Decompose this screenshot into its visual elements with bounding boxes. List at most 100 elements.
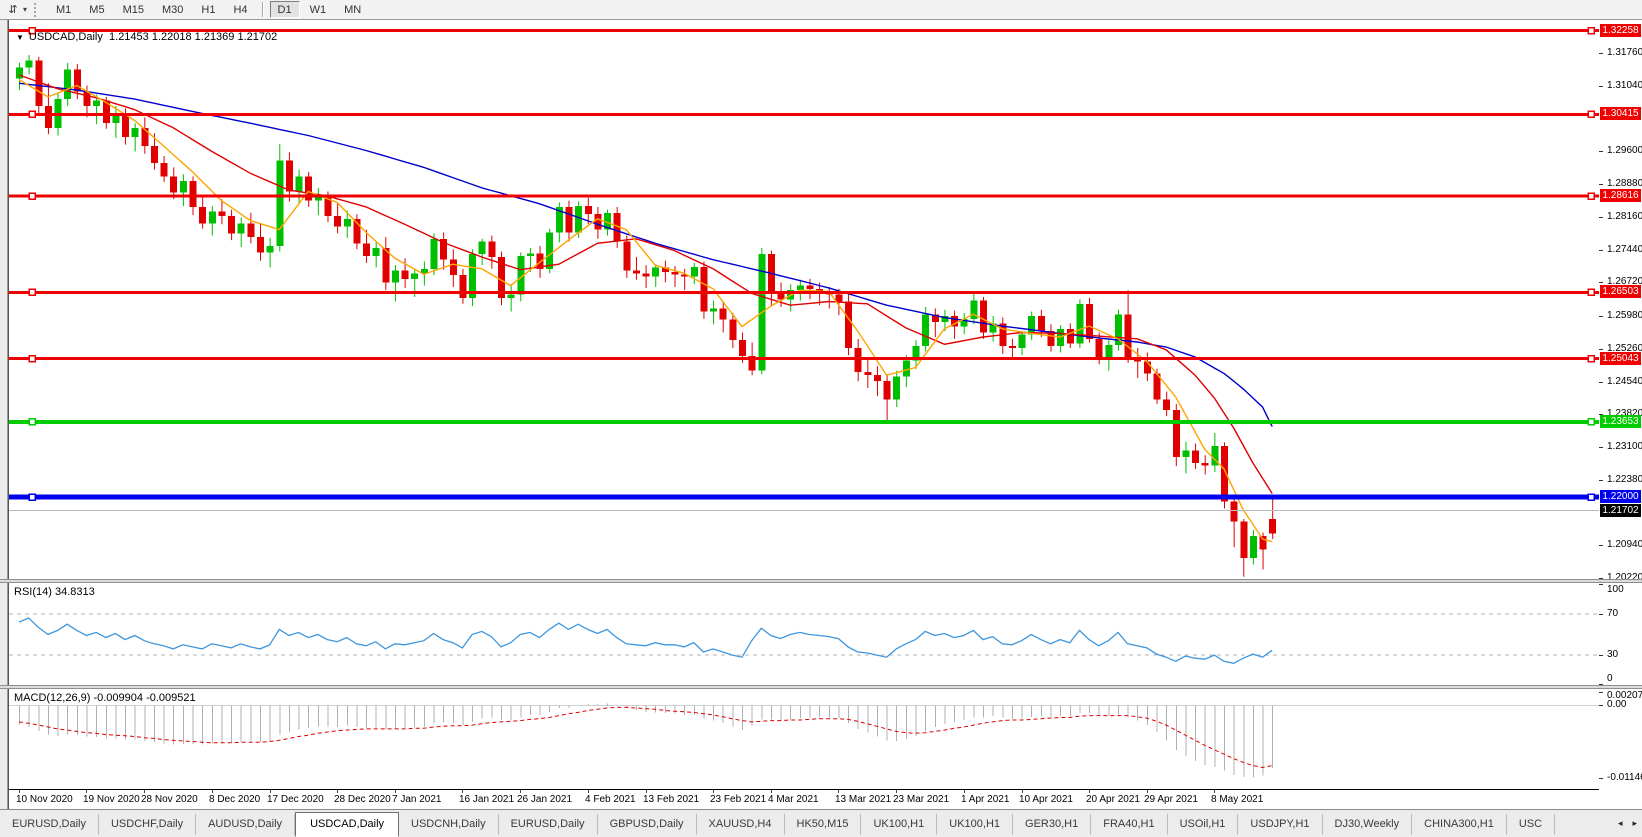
axis-tick-label: 30 bbox=[1607, 649, 1619, 661]
chart-tab-USDCNH-Daily[interactable]: USDCNH,Daily bbox=[399, 814, 499, 835]
date-tick-mark bbox=[1022, 790, 1023, 793]
date-tick-label: 23 Feb 2021 bbox=[710, 794, 767, 805]
macd-panel[interactable]: MACD(12,26,9) -0.009904 -0.009521 bbox=[9, 689, 1599, 789]
date-tick-label: 4 Feb 2021 bbox=[585, 794, 636, 805]
date-axis[interactable]: 10 Nov 2020 19 Nov 2020 28 Nov 2020 8 Dec 2… bbox=[9, 789, 1599, 809]
date-tick-label: 13 Mar 2021 bbox=[835, 794, 892, 805]
date-tick-mark bbox=[1214, 790, 1215, 793]
date-tick-label: 19 Nov 2020 bbox=[83, 794, 140, 805]
date-tick-label: 1 Apr 2021 bbox=[961, 794, 1010, 805]
chart-tab-GBPUSD-Daily[interactable]: GBPUSD,Daily bbox=[598, 814, 697, 835]
timeframe-button-D1[interactable]: D1 bbox=[269, 1, 300, 18]
timeframe-button-MN[interactable]: MN bbox=[336, 1, 369, 18]
axis-tick-mark bbox=[1599, 282, 1603, 283]
date-tick-label: 7 Jan 2021 bbox=[392, 794, 442, 805]
chart-tab-HK50-M15[interactable]: HK50,M15 bbox=[785, 814, 862, 835]
axis-tick-mark bbox=[1599, 584, 1603, 585]
axis-tick-mark bbox=[1599, 480, 1603, 481]
axis-tick-mark bbox=[1599, 217, 1603, 218]
tab-scroll-left-button[interactable]: ◂ bbox=[1613, 815, 1628, 832]
date-tick-label: 8 May 2021 bbox=[1211, 794, 1264, 805]
date-tick-label: 13 Feb 2021 bbox=[643, 794, 700, 805]
axis-tick-label: 1.22380 bbox=[1607, 474, 1642, 485]
date-tick-label: 29 Apr 2021 bbox=[1144, 794, 1198, 805]
date-tick-mark bbox=[86, 790, 87, 793]
axis-tick-label: 1.27440 bbox=[1607, 244, 1642, 255]
rsi-panel[interactable]: RSI(14) 34.8313 bbox=[9, 583, 1599, 685]
timeframe-button-H4[interactable]: H4 bbox=[225, 1, 255, 18]
chart-tab-DJ30-Weekly[interactable]: DJ30,Weekly bbox=[1323, 814, 1413, 835]
timeframe-button-M1[interactable]: M1 bbox=[48, 1, 79, 18]
axis-tick-mark bbox=[1599, 316, 1603, 317]
date-tick-mark bbox=[896, 790, 897, 793]
chart-title: ▼ USDCAD,Daily 1.21453 1.22018 1.21369 1.… bbox=[16, 31, 277, 43]
date-tick-mark bbox=[1147, 790, 1148, 793]
price-line-label: 1.26503 bbox=[1600, 285, 1641, 298]
date-tick-label: 28 Nov 2020 bbox=[141, 794, 198, 805]
chart-tab-GER30-H1[interactable]: GER30,H1 bbox=[1013, 814, 1092, 835]
date-tick-mark bbox=[1089, 790, 1090, 793]
date-tick-mark bbox=[144, 790, 145, 793]
price-axis[interactable]: 1.31760 1.31040 1.29600 1.28880 1.28160 1.274… bbox=[1599, 20, 1642, 809]
price-line-label: 1.28616 bbox=[1600, 189, 1641, 202]
date-tick-label: 10 Nov 2020 bbox=[16, 794, 73, 805]
price-line-label: 1.25043 bbox=[1600, 352, 1641, 365]
macd-label: MACD(12,26,9) -0.009904 -0.009521 bbox=[14, 692, 196, 704]
chart-symbol-label: USDCAD,Daily bbox=[28, 31, 103, 43]
rsi-chart[interactable] bbox=[9, 583, 1599, 685]
date-tick-mark bbox=[19, 790, 20, 793]
timeframe-button-W1[interactable]: W1 bbox=[302, 1, 335, 18]
chart-tab-USOil-H1[interactable]: USOil,H1 bbox=[1168, 814, 1239, 835]
axis-tick-label: 100 bbox=[1607, 584, 1624, 595]
date-tick-label: 16 Jan 2021 bbox=[459, 794, 515, 805]
chart-tab-XAUUSD-H4[interactable]: XAUUSD,H4 bbox=[697, 814, 785, 835]
chart-arrows-icon[interactable]: ⇵ bbox=[3, 2, 23, 18]
axis-tick-label: 1.29600 bbox=[1607, 145, 1642, 156]
toolbar-grip[interactable] bbox=[34, 2, 41, 17]
chart-tab-USDCAD-Daily[interactable]: USDCAD,Daily bbox=[295, 812, 400, 837]
axis-tick-label: 0 bbox=[1607, 673, 1613, 684]
date-tick-mark bbox=[713, 790, 714, 793]
axis-tick-label: 1.23100 bbox=[1607, 441, 1642, 452]
date-tick-label: 26 Jan 2021 bbox=[517, 794, 573, 805]
macd-chart[interactable] bbox=[9, 689, 1599, 789]
chart-tab-UK100-H1[interactable]: UK100,H1 bbox=[861, 814, 938, 835]
axis-tick-mark bbox=[1599, 545, 1603, 546]
price-line-label: 1.30415 bbox=[1600, 107, 1641, 120]
chart-tab-FRA40-H1[interactable]: FRA40,H1 bbox=[1091, 814, 1168, 835]
chart-tab-AUDUSD-Daily[interactable]: AUDUSD,Daily bbox=[196, 814, 296, 835]
chevron-down-icon[interactable]: ▾ bbox=[23, 5, 27, 14]
chart-tab-EURUSD-Daily[interactable]: EURUSD,Daily bbox=[0, 814, 99, 835]
chart-tab-USDJPY-H1[interactable]: USDJPY,H1 bbox=[1238, 814, 1323, 835]
tab-scroll-controls: ◂ ▸ bbox=[1613, 810, 1642, 837]
axis-tick-mark bbox=[1599, 86, 1603, 87]
chart-tab-USC[interactable]: USC bbox=[1507, 814, 1556, 835]
axis-tick-label: 1.20940 bbox=[1607, 539, 1642, 550]
chart-tab-EURUSD-Daily[interactable]: EURUSD,Daily bbox=[499, 814, 598, 835]
chart-tab-CHINA300-H1[interactable]: CHINA300,H1 bbox=[1412, 814, 1507, 835]
rsi-label: RSI(14) 34.8313 bbox=[14, 586, 95, 598]
date-tick-mark bbox=[212, 790, 213, 793]
timeframe-button-H1[interactable]: H1 bbox=[193, 1, 223, 18]
chart-title-dropdown-icon[interactable]: ▼ bbox=[16, 33, 24, 42]
panel-separator[interactable] bbox=[0, 685, 1642, 689]
axis-tick-mark bbox=[1599, 250, 1603, 251]
chart-tab-UK100-H1[interactable]: UK100,H1 bbox=[937, 814, 1014, 835]
axis-tick-label: -0.011462 bbox=[1607, 772, 1642, 783]
date-tick-mark bbox=[462, 790, 463, 793]
candlestick-chart[interactable] bbox=[9, 20, 1599, 579]
date-tick-mark bbox=[646, 790, 647, 793]
chart-tabs-bar: EURUSD,Daily USDCHF,Daily AUDUSD,Daily USDC… bbox=[0, 809, 1642, 837]
timeframe-button-M5[interactable]: M5 bbox=[81, 1, 112, 18]
chart-tab-USDCHF-Daily[interactable]: USDCHF,Daily bbox=[99, 814, 197, 835]
toolbar-separator bbox=[261, 2, 264, 17]
timeframe-button-M30[interactable]: M30 bbox=[154, 1, 191, 18]
date-tick-mark bbox=[520, 790, 521, 793]
tab-scroll-right-button[interactable]: ▸ bbox=[1627, 815, 1642, 832]
price-line-label: 1.23653 bbox=[1600, 415, 1641, 428]
price-line-label: 1.32258 bbox=[1600, 24, 1641, 37]
main-price-panel[interactable]: ▼ USDCAD,Daily 1.21453 1.22018 1.21369 1.… bbox=[9, 20, 1599, 579]
timeframe-button-M15[interactable]: M15 bbox=[115, 1, 152, 18]
panel-separator[interactable] bbox=[0, 579, 1642, 583]
axis-tick-mark bbox=[1599, 613, 1603, 615]
